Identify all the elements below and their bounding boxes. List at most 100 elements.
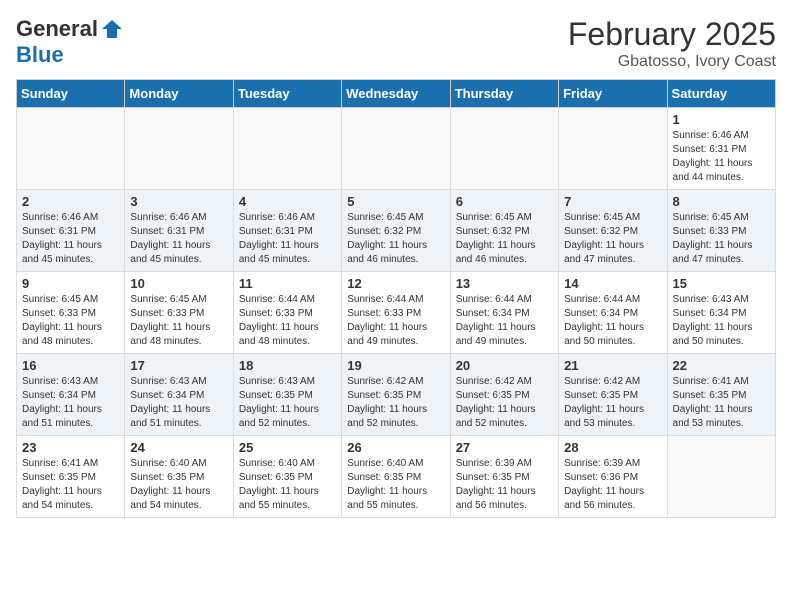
day-info: Sunrise: 6:44 AM Sunset: 6:34 PM Dayligh…: [564, 293, 661, 349]
day-info: Sunrise: 6:42 AM Sunset: 6:35 PM Dayligh…: [347, 375, 444, 431]
calendar-cell: 16 Sunrise: 6:43 AM Sunset: 6:34 PM Dayli…: [17, 354, 125, 436]
month-title: February 2025: [568, 16, 776, 53]
weekday-header-monday: Monday: [125, 80, 233, 108]
day-number: 22: [673, 358, 770, 373]
day-number: 26: [347, 440, 444, 455]
day-number: 18: [239, 358, 336, 373]
weekday-header-sunday: Sunday: [17, 80, 125, 108]
weekday-header-row: SundayMondayTuesdayWednesdayThursdayFrid…: [17, 80, 776, 108]
day-number: 8: [673, 194, 770, 209]
day-number: 6: [456, 194, 553, 209]
day-info: Sunrise: 6:45 AM Sunset: 6:33 PM Dayligh…: [22, 293, 119, 349]
day-number: 21: [564, 358, 661, 373]
calendar-cell: [667, 436, 775, 518]
calendar-cell: [342, 108, 450, 190]
calendar-cell: 8 Sunrise: 6:45 AM Sunset: 6:33 PM Daylig…: [667, 190, 775, 272]
calendar-cell: 10 Sunrise: 6:45 AM Sunset: 6:33 PM Dayli…: [125, 272, 233, 354]
calendar-week-row: 9 Sunrise: 6:45 AM Sunset: 6:33 PM Daylig…: [17, 272, 776, 354]
day-number: 19: [347, 358, 444, 373]
day-info: Sunrise: 6:46 AM Sunset: 6:31 PM Dayligh…: [130, 211, 227, 267]
day-info: Sunrise: 6:39 AM Sunset: 6:35 PM Dayligh…: [456, 457, 553, 513]
logo-icon: [100, 17, 124, 41]
calendar-cell: [450, 108, 558, 190]
day-info: Sunrise: 6:42 AM Sunset: 6:35 PM Dayligh…: [456, 375, 553, 431]
day-info: Sunrise: 6:45 AM Sunset: 6:32 PM Dayligh…: [347, 211, 444, 267]
calendar-cell: 4 Sunrise: 6:46 AM Sunset: 6:31 PM Daylig…: [233, 190, 341, 272]
calendar-cell: 22Sunrise: 6:41 AM Sunset: 6:35 PM Dayli…: [667, 354, 775, 436]
calendar-cell: 20 Sunrise: 6:42 AM Sunset: 6:35 PM Dayli…: [450, 354, 558, 436]
day-number: 2: [22, 194, 119, 209]
logo-general-text: General: [16, 16, 98, 42]
day-info: Sunrise: 6:43 AM Sunset: 6:34 PM Dayligh…: [22, 375, 119, 431]
day-info: Sunrise: 6:41 AM Sunset: 6:35 PM Dayligh…: [22, 457, 119, 513]
calendar-cell: 6 Sunrise: 6:45 AM Sunset: 6:32 PM Daylig…: [450, 190, 558, 272]
calendar-cell: 26 Sunrise: 6:40 AM Sunset: 6:35 PM Dayli…: [342, 436, 450, 518]
day-info: Sunrise: 6:46 AM Sunset: 6:31 PM Dayligh…: [22, 211, 119, 267]
calendar-cell: 15 Sunrise: 6:43 AM Sunset: 6:34 PM Dayli…: [667, 272, 775, 354]
day-info: Sunrise: 6:46 AM Sunset: 6:31 PM Dayligh…: [673, 129, 770, 185]
day-number: 10: [130, 276, 227, 291]
day-info: Sunrise: 6:40 AM Sunset: 6:35 PM Dayligh…: [347, 457, 444, 513]
day-number: 17: [130, 358, 227, 373]
calendar-week-row: 16 Sunrise: 6:43 AM Sunset: 6:34 PM Dayli…: [17, 354, 776, 436]
day-number: 28: [564, 440, 661, 455]
day-info: Sunrise: 6:40 AM Sunset: 6:35 PM Dayligh…: [130, 457, 227, 513]
calendar-cell: 11 Sunrise: 6:44 AM Sunset: 6:33 PM Dayli…: [233, 272, 341, 354]
day-number: 20: [456, 358, 553, 373]
day-number: 12: [347, 276, 444, 291]
day-number: 1: [673, 112, 770, 127]
calendar-week-row: 2 Sunrise: 6:46 AM Sunset: 6:31 PM Daylig…: [17, 190, 776, 272]
day-number: 16: [22, 358, 119, 373]
calendar-cell: [233, 108, 341, 190]
day-info: Sunrise: 6:43 AM Sunset: 6:35 PM Dayligh…: [239, 375, 336, 431]
day-info: Sunrise: 6:43 AM Sunset: 6:34 PM Dayligh…: [673, 293, 770, 349]
day-number: 15: [673, 276, 770, 291]
day-number: 11: [239, 276, 336, 291]
calendar-week-row: 1 Sunrise: 6:46 AM Sunset: 6:31 PM Daylig…: [17, 108, 776, 190]
calendar-cell: 23 Sunrise: 6:41 AM Sunset: 6:35 PM Dayli…: [17, 436, 125, 518]
day-info: Sunrise: 6:45 AM Sunset: 6:33 PM Dayligh…: [130, 293, 227, 349]
day-info: Sunrise: 6:44 AM Sunset: 6:33 PM Dayligh…: [239, 293, 336, 349]
calendar-cell: 3 Sunrise: 6:46 AM Sunset: 6:31 PM Daylig…: [125, 190, 233, 272]
location-title: Gbatosso, Ivory Coast: [568, 53, 776, 71]
calendar-cell: 21 Sunrise: 6:42 AM Sunset: 6:35 PM Dayli…: [559, 354, 667, 436]
day-info: Sunrise: 6:43 AM Sunset: 6:34 PM Dayligh…: [130, 375, 227, 431]
calendar-cell: [125, 108, 233, 190]
day-number: 13: [456, 276, 553, 291]
day-info: Sunrise: 6:45 AM Sunset: 6:32 PM Dayligh…: [456, 211, 553, 267]
calendar-cell: 27 Sunrise: 6:39 AM Sunset: 6:35 PM Dayli…: [450, 436, 558, 518]
day-number: 23: [22, 440, 119, 455]
day-number: 25: [239, 440, 336, 455]
day-info: Sunrise: 6:42 AM Sunset: 6:35 PM Dayligh…: [564, 375, 661, 431]
day-number: 9: [22, 276, 119, 291]
calendar-cell: 7Sunrise: 6:45 AM Sunset: 6:32 PM Daylig…: [559, 190, 667, 272]
calendar-cell: 19 Sunrise: 6:42 AM Sunset: 6:35 PM Dayli…: [342, 354, 450, 436]
day-info: Sunrise: 6:39 AM Sunset: 6:36 PM Dayligh…: [564, 457, 661, 513]
day-info: Sunrise: 6:46 AM Sunset: 6:31 PM Dayligh…: [239, 211, 336, 267]
calendar-cell: 12 Sunrise: 6:44 AM Sunset: 6:33 PM Dayli…: [342, 272, 450, 354]
calendar-cell: 28 Sunrise: 6:39 AM Sunset: 6:36 PM Dayli…: [559, 436, 667, 518]
day-info: Sunrise: 6:44 AM Sunset: 6:33 PM Dayligh…: [347, 293, 444, 349]
day-number: 4: [239, 194, 336, 209]
day-number: 5: [347, 194, 444, 209]
day-number: 3: [130, 194, 227, 209]
calendar-cell: 2 Sunrise: 6:46 AM Sunset: 6:31 PM Daylig…: [17, 190, 125, 272]
weekday-header-thursday: Thursday: [450, 80, 558, 108]
calendar-cell: 25 Sunrise: 6:40 AM Sunset: 6:35 PM Dayli…: [233, 436, 341, 518]
calendar-cell: 18 Sunrise: 6:43 AM Sunset: 6:35 PM Dayli…: [233, 354, 341, 436]
logo: General Blue: [16, 16, 124, 68]
weekday-header-tuesday: Tuesday: [233, 80, 341, 108]
day-number: 27: [456, 440, 553, 455]
calendar-cell: 24Sunrise: 6:40 AM Sunset: 6:35 PM Dayli…: [125, 436, 233, 518]
day-info: Sunrise: 6:40 AM Sunset: 6:35 PM Dayligh…: [239, 457, 336, 513]
day-info: Sunrise: 6:44 AM Sunset: 6:34 PM Dayligh…: [456, 293, 553, 349]
weekday-header-wednesday: Wednesday: [342, 80, 450, 108]
calendar-cell: [17, 108, 125, 190]
calendar-week-row: 23 Sunrise: 6:41 AM Sunset: 6:35 PM Dayli…: [17, 436, 776, 518]
calendar-cell: 14Sunrise: 6:44 AM Sunset: 6:34 PM Dayli…: [559, 272, 667, 354]
page-header: General Blue February 2025 Gbatosso, Ivo…: [16, 16, 776, 71]
calendar-cell: 1 Sunrise: 6:46 AM Sunset: 6:31 PM Daylig…: [667, 108, 775, 190]
day-info: Sunrise: 6:45 AM Sunset: 6:33 PM Dayligh…: [673, 211, 770, 267]
calendar-cell: 9 Sunrise: 6:45 AM Sunset: 6:33 PM Daylig…: [17, 272, 125, 354]
weekday-header-saturday: Saturday: [667, 80, 775, 108]
